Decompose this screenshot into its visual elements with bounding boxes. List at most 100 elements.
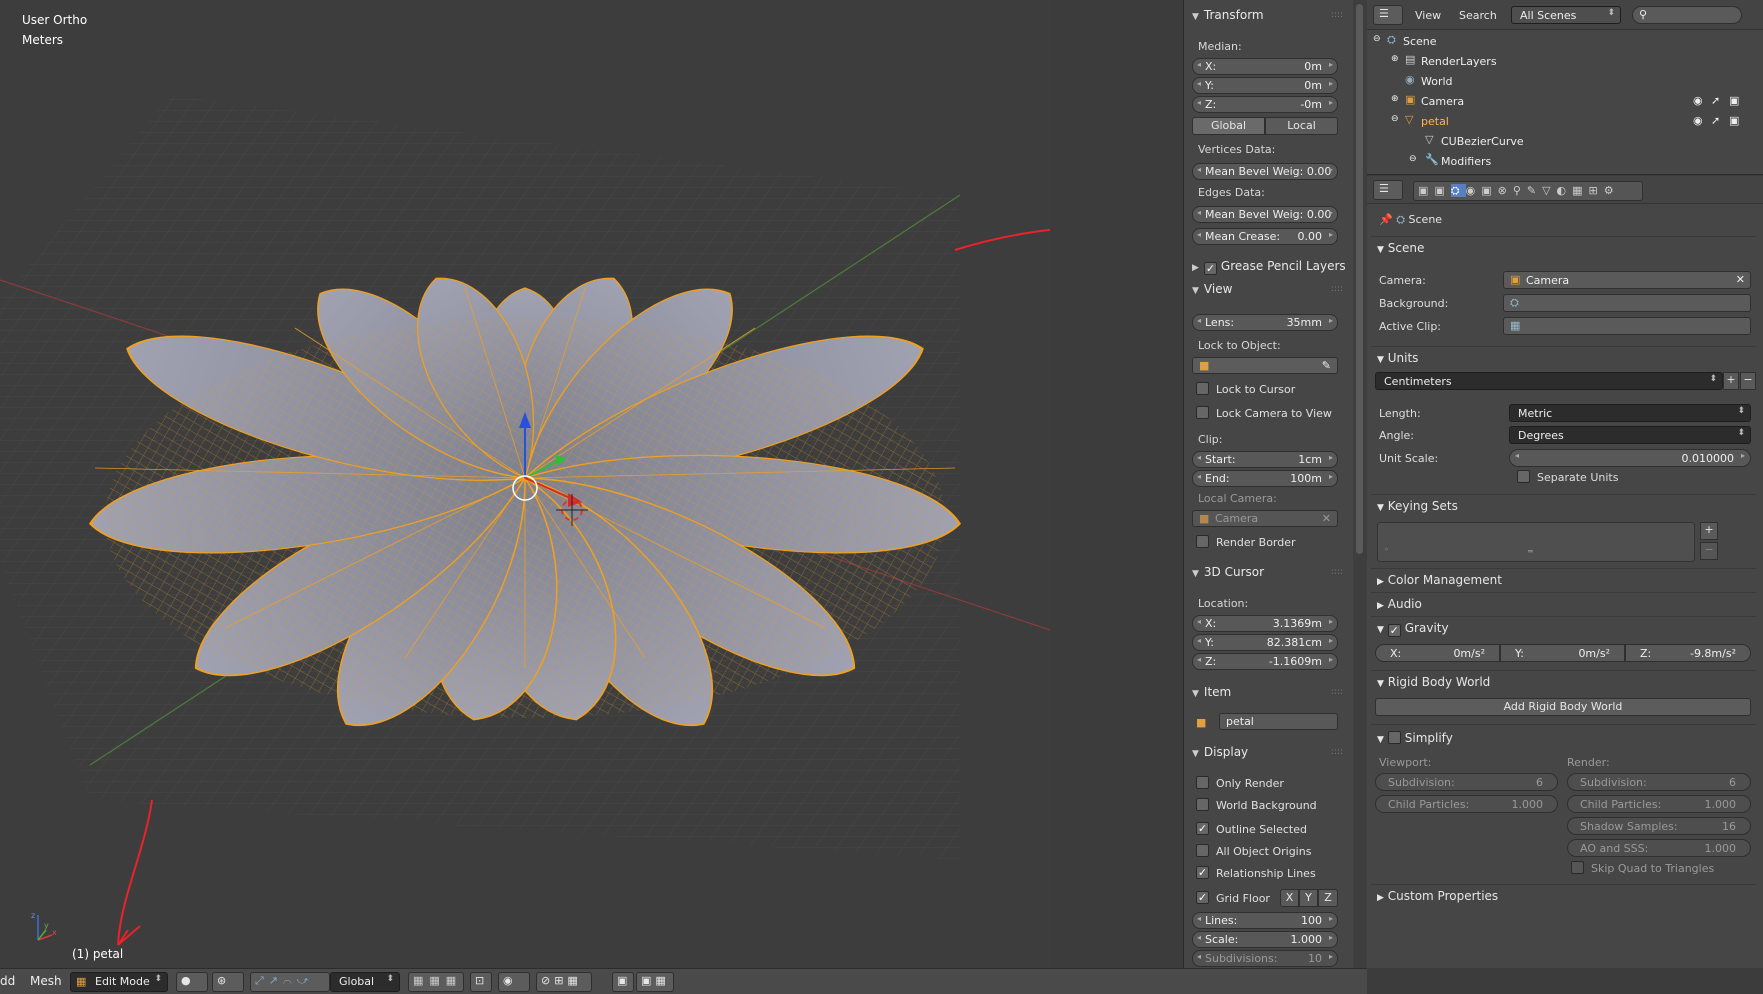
clip-end-field[interactable]: ◂ End: 100m ▸: [1192, 470, 1338, 487]
render-border-checkbox[interactable]: [1196, 535, 1209, 548]
editor-type-menu[interactable]: ☰: [1373, 5, 1403, 25]
grid-axis-z-toggle[interactable]: Z: [1318, 889, 1338, 907]
outliner-item-scene[interactable]: ⊖ ⛭ Scene: [1367, 32, 1747, 52]
median-x-field[interactable]: ◂ X: 0m ▸: [1192, 58, 1338, 75]
panel-header-transform[interactable]: ▼ Transform: [1192, 8, 1264, 22]
panel-header-display[interactable]: ▼ Display: [1192, 745, 1248, 759]
proportional-editing-dropdown[interactable]: ◉: [498, 972, 530, 992]
context-tabs[interactable]: ▣▣⛭◉▣⊗⚲✎▽◐▦⊞⚙: [1413, 181, 1643, 201]
shelf-scrollbar[interactable]: [1353, 0, 1367, 968]
grid-subdivisions-field[interactable]: ◂ Subdivisions: 10 ▸: [1192, 950, 1338, 967]
viewport-child-particles-field[interactable]: Child Particles: 1.000: [1375, 795, 1558, 813]
selection-mode-toggles[interactable]: ▦▦▦: [408, 972, 464, 992]
all-object-origins-checkbox[interactable]: [1196, 844, 1209, 857]
unit-scale-field[interactable]: ◂ 0.010000 ▸: [1509, 449, 1751, 467]
grid-axis-x-toggle[interactable]: X: [1280, 889, 1299, 907]
scene-camera-field[interactable]: ▣ Camera ✕: [1503, 271, 1751, 289]
panel-header-scene[interactable]: ▼ Scene: [1371, 236, 1756, 258]
select-icon[interactable]: ➚: [1711, 114, 1720, 127]
outliner-item-camera[interactable]: ⊕ ▣ Camera ◉ ➚ ▣: [1367, 92, 1747, 112]
remove-preset-button[interactable]: −: [1740, 372, 1756, 390]
lens-field[interactable]: ◂ Lens: 35mm ▸: [1192, 314, 1338, 331]
render-icon[interactable]: ▣: [1729, 94, 1739, 107]
panel-header-custom-properties[interactable]: ▶ Custom Properties: [1371, 884, 1756, 906]
panel-header-keying-sets[interactable]: ▼ Keying Sets: [1371, 494, 1756, 516]
search-input[interactable]: ⚲: [1632, 6, 1742, 24]
only-render-checkbox[interactable]: [1196, 776, 1209, 789]
length-dropdown[interactable]: Metric ⬍: [1509, 404, 1751, 422]
panel-header-grease-pencil[interactable]: ▶ ✓ Grease Pencil Layers: [1192, 259, 1346, 275]
shadow-samples-field[interactable]: Shadow Samples: 16: [1567, 817, 1751, 835]
visibility-icon[interactable]: ◉: [1693, 114, 1703, 127]
cursor-x-field[interactable]: ◂ X: 3.1369m ▸: [1192, 615, 1338, 632]
opengl-render-button[interactable]: ▣: [612, 972, 634, 992]
grid-lines-field[interactable]: ◂ Lines: 100 ▸: [1192, 912, 1338, 929]
lock-object-field[interactable]: ■ ✎: [1192, 357, 1338, 374]
panel-header-view[interactable]: ▼ View: [1192, 282, 1232, 296]
panel-header-units[interactable]: ▼ Units: [1371, 346, 1756, 368]
snap-toggles[interactable]: ⊘⊞▦: [536, 972, 592, 992]
local-toggle[interactable]: Local: [1265, 117, 1338, 135]
eyedropper-icon[interactable]: ✎: [1322, 359, 1331, 372]
add-rigid-body-world-button[interactable]: Add Rigid Body World: [1375, 698, 1751, 716]
separate-units-checkbox[interactable]: [1517, 470, 1530, 483]
local-camera-field[interactable]: ■ Camera ✕: [1192, 510, 1338, 527]
world-background-checkbox[interactable]: [1196, 798, 1209, 811]
outliner-item-world[interactable]: ◉ World: [1367, 72, 1747, 92]
skip-quad-checkbox[interactable]: [1571, 861, 1584, 874]
panel-header-gravity[interactable]: ▼ ✓ Gravity: [1371, 616, 1756, 638]
mean-bevel-edge-field[interactable]: ◂ Mean Bevel Weig: 0.00 ▸: [1192, 206, 1338, 223]
lock-to-cursor-checkbox[interactable]: [1196, 382, 1209, 395]
pivot-point-dropdown[interactable]: ⊛: [212, 972, 244, 992]
clip-start-field[interactable]: ◂ Start: 1cm ▸: [1192, 451, 1338, 468]
visibility-icon[interactable]: ◉: [1693, 94, 1703, 107]
global-toggle[interactable]: Global: [1192, 117, 1265, 135]
panel-header-rigid-body[interactable]: ▼ Rigid Body World: [1371, 670, 1756, 692]
median-y-field[interactable]: ◂ Y: 0m ▸: [1192, 77, 1338, 94]
orientation-dropdown[interactable]: Global ⬍: [330, 972, 400, 992]
mean-bevel-vertex-field[interactable]: ◂ Mean Bevel Weig: 0.00 ▸: [1192, 163, 1338, 180]
cursor-y-field[interactable]: ◂ Y: 82.381cm ▸: [1192, 634, 1338, 651]
gravity-x-field[interactable]: X: 0m/s²: [1375, 644, 1500, 662]
add-menu[interactable]: dd: [0, 974, 15, 988]
panel-header-color-management[interactable]: ▶ Color Management: [1371, 568, 1756, 590]
outliner-item-petal[interactable]: ⊖ ▽ petal ◉ ➚ ▣: [1367, 112, 1747, 132]
active-clip-field[interactable]: ▦: [1503, 317, 1751, 335]
outline-selected-checkbox[interactable]: ✓: [1196, 822, 1209, 835]
outliner-item-renderlayers[interactable]: ⊕ ▤ RenderLayers: [1367, 52, 1747, 72]
render-subdivision-field[interactable]: Subdivision: 6: [1567, 773, 1751, 791]
pin-icon[interactable]: 📌: [1379, 213, 1393, 226]
units-preset-dropdown[interactable]: Centimeters ⬍: [1375, 372, 1723, 390]
viewport-subdivision-field[interactable]: Subdivision: 6: [1375, 773, 1558, 791]
clear-icon[interactable]: ✕: [1736, 273, 1745, 286]
grid-floor-checkbox[interactable]: ✓: [1196, 891, 1209, 904]
render-icon[interactable]: ▣: [1729, 114, 1739, 127]
gravity-z-field[interactable]: Z: -9.8m/s²: [1625, 644, 1751, 662]
median-z-field[interactable]: ◂ Z: -0m ▸: [1192, 96, 1338, 113]
render-child-particles-field[interactable]: Child Particles: 1.000: [1567, 795, 1751, 813]
cursor-z-field[interactable]: ◂ Z: -1.1609m ▸: [1192, 653, 1338, 670]
panel-header-item[interactable]: ▼ Item: [1192, 685, 1231, 699]
search-menu[interactable]: Search: [1459, 9, 1497, 22]
add-keying-set-button[interactable]: +: [1700, 522, 1718, 540]
add-preset-button[interactable]: +: [1723, 372, 1739, 390]
view-menu[interactable]: View: [1415, 9, 1441, 22]
grid-scale-field[interactable]: ◂ Scale: 1.000 ▸: [1192, 931, 1338, 948]
mean-crease-field[interactable]: ◂ Mean Crease: 0.00 ▸: [1192, 228, 1338, 245]
ao-sss-field[interactable]: AO and SSS: 1.000: [1567, 839, 1751, 857]
angle-dropdown[interactable]: Degrees ⬍: [1509, 426, 1751, 444]
grid-axis-y-toggle[interactable]: Y: [1299, 889, 1318, 907]
render-animation-button[interactable]: ▣▦: [636, 972, 674, 992]
background-field[interactable]: ⛭: [1503, 294, 1751, 312]
lock-camera-checkbox[interactable]: [1196, 406, 1209, 419]
outliner-item-modifiers[interactable]: ⊖ 🔧 Modifiers: [1367, 152, 1747, 172]
panel-header-simplify[interactable]: ▼ Simplify: [1371, 724, 1756, 746]
outliner-item-cubeziercurve[interactable]: ▽ CUBezierCurve: [1367, 132, 1747, 152]
viewport-shading-dropdown[interactable]: ●: [176, 972, 208, 992]
panel-header-audio[interactable]: ▶ Audio: [1371, 592, 1756, 614]
editor-type-menu[interactable]: ☰: [1373, 180, 1403, 200]
limit-selection-toggle[interactable]: ⊡: [470, 972, 492, 992]
item-name-field[interactable]: petal: [1219, 713, 1338, 730]
3d-viewport[interactable]: z x y User Ortho Meters (1) petal: [0, 0, 1050, 968]
remove-keying-set-button[interactable]: −: [1700, 542, 1718, 560]
